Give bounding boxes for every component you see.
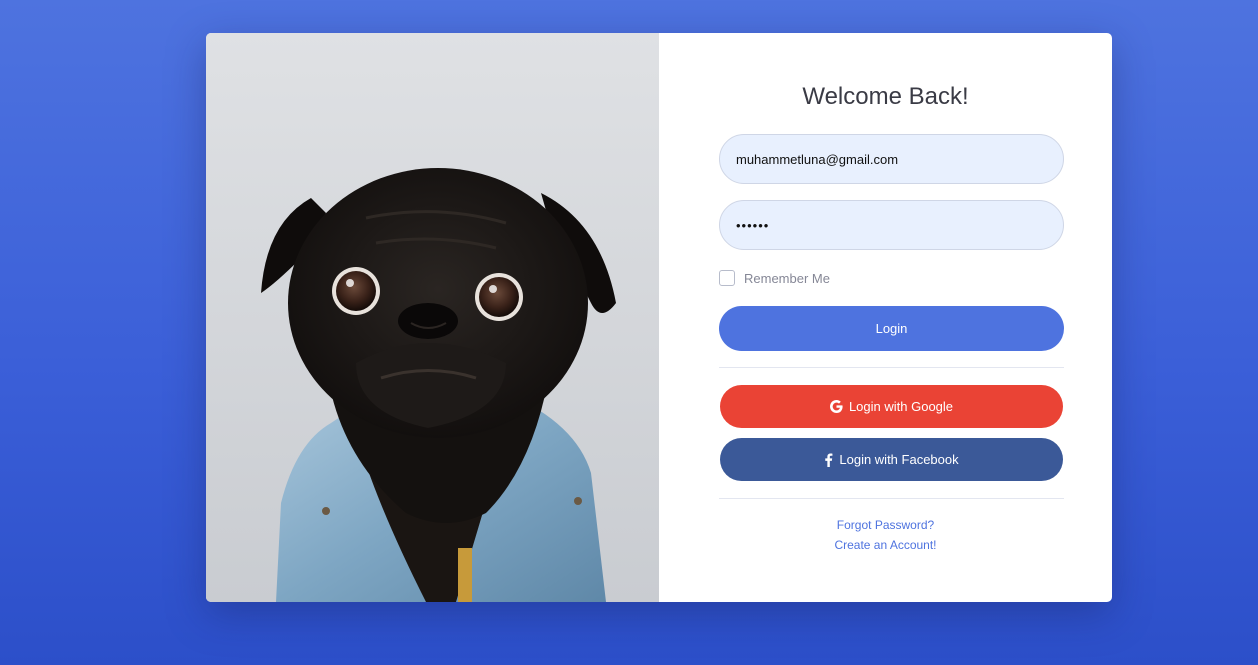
facebook-login-button[interactable]: Login with Facebook: [720, 438, 1063, 481]
pug-photo: [206, 33, 659, 602]
divider-bottom: [719, 498, 1064, 499]
create-account-link[interactable]: Create an Account!: [659, 538, 1112, 552]
remember-checkbox[interactable]: [719, 270, 735, 286]
google-icon: [829, 400, 843, 413]
remember-me[interactable]: Remember Me: [719, 269, 830, 287]
remember-label: Remember Me: [744, 270, 830, 286]
facebook-login-label: Login with Facebook: [839, 452, 959, 467]
email-field[interactable]: muhammetluna@gmail.com: [719, 134, 1064, 184]
facebook-icon: [824, 452, 833, 467]
divider-top: [719, 367, 1064, 368]
forgot-password-link[interactable]: Forgot Password?: [659, 518, 1112, 532]
password-field[interactable]: ••••••: [719, 200, 1064, 250]
google-login-label: Login with Google: [848, 399, 954, 414]
login-button[interactable]: Login: [719, 306, 1064, 351]
page-title: Welcome Back!: [802, 83, 969, 110]
google-login-button[interactable]: Login with Google: [720, 385, 1063, 428]
